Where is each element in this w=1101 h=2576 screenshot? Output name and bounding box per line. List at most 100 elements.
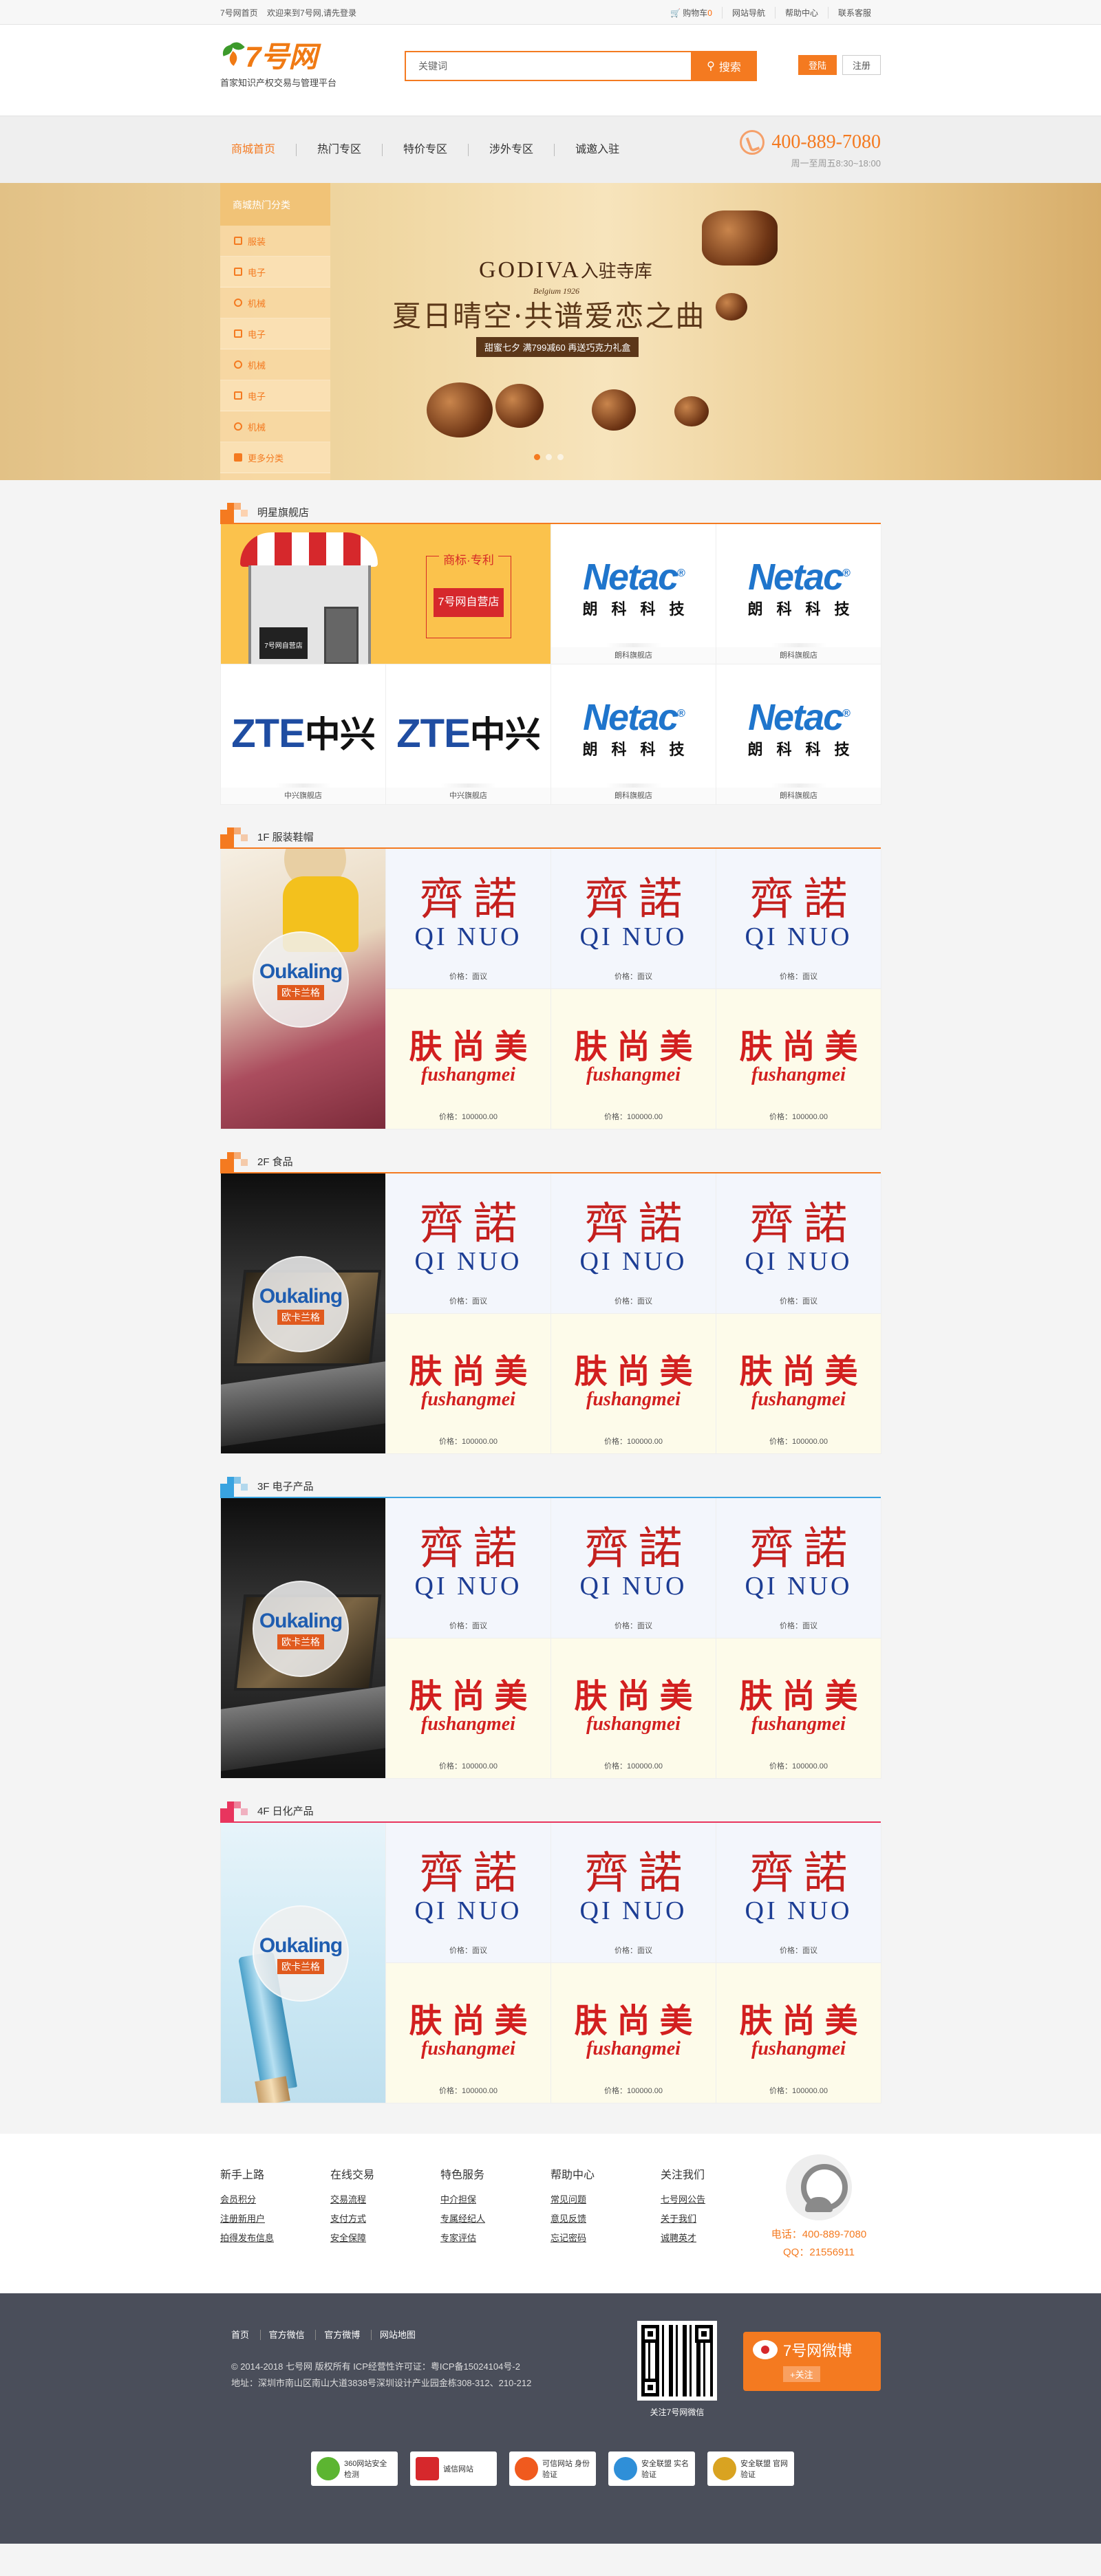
product-tile[interactable]: 齊諾 QI NUO 价格：面议: [386, 1173, 551, 1314]
product-tile[interactable]: 齊諾 QI NUO 价格：面议: [551, 1173, 716, 1314]
fushangmei-logo-en: fushangmei: [751, 1064, 846, 1085]
cert-badge[interactable]: 360网站安全检测: [311, 2451, 398, 2486]
footer-link[interactable]: 专属经纪人: [440, 2209, 550, 2229]
footer-link[interactable]: 会员积分: [220, 2190, 330, 2209]
carousel-dot[interactable]: [557, 454, 564, 460]
netac-logo-en: Netac: [748, 556, 844, 598]
carousel-dot[interactable]: [546, 454, 552, 460]
product-tile[interactable]: 肤尚美 fushangmei 价格：100000.00: [716, 1314, 881, 1454]
product-tile[interactable]: 肤尚美 fushangmei 价格：100000.00: [551, 1638, 716, 1779]
cert-badge[interactable]: 安全联盟 官网验证: [707, 2451, 794, 2486]
category-item[interactable]: 服装: [220, 226, 330, 257]
contact-link[interactable]: 联系客服: [827, 6, 881, 19]
search-input[interactable]: [405, 51, 691, 81]
product-tile[interactable]: 肤尚美 fushangmei 价格：100000.00: [386, 989, 551, 1129]
footer-link[interactable]: 安全保障: [330, 2229, 440, 2248]
store-tile-netac[interactable]: Netac® 朗科科技 朗科旗舰店: [551, 664, 716, 805]
qinuo-logo: 齊諾 QI NUO: [386, 876, 550, 951]
category-item[interactable]: 机械: [220, 349, 330, 380]
footer-link[interactable]: 注册新用户: [220, 2209, 330, 2229]
product-tile[interactable]: 齊諾 QI NUO 价格：面议: [716, 1823, 881, 1963]
netac-logo-en: Netac: [583, 697, 678, 738]
footer-link[interactable]: 关于我们: [661, 2209, 771, 2229]
footer-link[interactable]: 交易流程: [330, 2190, 440, 2209]
search-button[interactable]: ⚲ 搜索: [691, 51, 757, 81]
self-store-button[interactable]: 7号网自营店: [434, 588, 504, 617]
weibo-follow-button[interactable]: +关注: [783, 2366, 820, 2382]
footer-link[interactable]: 忘记密码: [550, 2229, 661, 2248]
nav-item-hot[interactable]: 热门专区: [296, 144, 382, 156]
product-tile[interactable]: 齊諾 QI NUO 价格：面议: [716, 1498, 881, 1638]
nav-item-join[interactable]: 诚邀入驻: [554, 144, 640, 156]
floor-hero-image[interactable]: Oukaling 欧卡兰格: [221, 1173, 386, 1454]
footer-link[interactable]: 支付方式: [330, 2209, 440, 2229]
category-item-more[interactable]: 更多分类: [220, 442, 330, 473]
store-tile-zte[interactable]: ZTE中兴 中兴旗舰店: [221, 664, 386, 805]
help-link[interactable]: 帮助中心: [774, 6, 828, 19]
footer-nav-weibo[interactable]: 官方微博: [315, 2330, 369, 2340]
product-tile[interactable]: 齊諾 QI NUO 价格：面议: [551, 1498, 716, 1638]
store-tile-netac[interactable]: Netac® 朗科科技 朗科旗舰店: [716, 664, 881, 805]
nav-item-special[interactable]: 特价专区: [382, 144, 468, 156]
fushangmei-logo: 肤尚美 fushangmei: [386, 1678, 550, 1735]
nav-item-home[interactable]: 商城首页: [220, 144, 296, 156]
product-tile[interactable]: 肤尚美 fushangmei 价格：100000.00: [551, 1963, 716, 2103]
nav-item-foreign[interactable]: 涉外专区: [468, 144, 554, 156]
product-tile[interactable]: 齊諾 QI NUO 价格：面议: [551, 849, 716, 989]
product-tile[interactable]: 齊諾 QI NUO 价格：面议: [386, 1498, 551, 1638]
category-item[interactable]: 机械: [220, 411, 330, 442]
store-tile-zte[interactable]: ZTE中兴 中兴旗舰店: [386, 664, 551, 805]
weibo-card[interactable]: 7号网微博 +关注: [743, 2332, 881, 2391]
footer-link[interactable]: 七号网公告: [661, 2190, 771, 2209]
floor-section: 4F 日化产品 Oukaling 欧卡兰格 齊諾 QI NUO 价格：面议 齊諾 QI…: [220, 1799, 881, 2103]
footer-link[interactable]: 中介担保: [440, 2190, 550, 2209]
footer-link[interactable]: 拍得发布信息: [220, 2229, 330, 2248]
product-tile[interactable]: 肤尚美 fushangmei 价格：100000.00: [551, 989, 716, 1129]
cert-badge[interactable]: 可信网站 身份验证: [509, 2451, 596, 2486]
category-item[interactable]: 机械: [220, 288, 330, 318]
home-link[interactable]: 7号网首页: [220, 8, 258, 18]
product-tile[interactable]: 齊諾 QI NUO 价格：面议: [716, 849, 881, 989]
category-item[interactable]: 电子: [220, 380, 330, 411]
footer-link[interactable]: 诚聘英才: [661, 2229, 771, 2248]
product-tile[interactable]: 肤尚美 fushangmei 价格：100000.00: [716, 1963, 881, 2103]
self-store-tile[interactable]: 7号网自营店 商标·专利 7号网自营店: [221, 524, 551, 664]
floor-hero-image[interactable]: Oukaling 欧卡兰格: [221, 849, 386, 1129]
category-item[interactable]: 电子: [220, 257, 330, 288]
floor-grid: Oukaling 欧卡兰格 齊諾 QI NUO 价格：面议 齊諾 QI NUO 价格：…: [220, 1173, 881, 1454]
product-tile[interactable]: 齊諾 QI NUO 价格：面议: [716, 1173, 881, 1314]
carousel-dot[interactable]: [534, 454, 540, 460]
product-tile[interactable]: 肤尚美 fushangmei 价格：100000.00: [551, 1314, 716, 1454]
product-tile[interactable]: 肤尚美 fushangmei 价格：100000.00: [386, 1963, 551, 2103]
product-tile[interactable]: 肤尚美 fushangmei 价格：100000.00: [386, 1638, 551, 1779]
cert-badge[interactable]: 安全联盟 实名验证: [608, 2451, 695, 2486]
footer-nav-sitemap[interactable]: 网站地图: [370, 2330, 424, 2340]
register-button[interactable]: 注册: [842, 55, 881, 75]
badge-en: Oukaling: [259, 960, 343, 983]
welcome-text[interactable]: 欢迎来到7号网,请先登录: [267, 8, 356, 18]
grid-icon: [234, 453, 242, 462]
product-tile[interactable]: 肤尚美 fushangmei 价格：100000.00: [716, 1638, 881, 1779]
cert-badge[interactable]: 诚信网站: [410, 2451, 497, 2486]
logo[interactable]: 7号网 首家知识产权交易与管理平台: [220, 30, 358, 89]
product-tile[interactable]: 齊諾 QI NUO 价格：面议: [386, 849, 551, 989]
login-button[interactable]: 登陆: [798, 55, 837, 75]
store-tile-netac[interactable]: Netac® 朗科科技 朗科旗舰店: [551, 524, 716, 664]
floor-hero-image[interactable]: Oukaling 欧卡兰格: [221, 1498, 386, 1779]
product-tile[interactable]: 齊諾 QI NUO 价格：面议: [551, 1823, 716, 1963]
hero-banner[interactable]: 商城热门分类 服装 电子 机械 电子 机械 电子 机械 更多分类 GODIVA入…: [0, 183, 1101, 480]
product-tile[interactable]: 肤尚美 fushangmei 价格：100000.00: [716, 989, 881, 1129]
footer-link[interactable]: 常见问题: [550, 2190, 661, 2209]
store-tile-netac[interactable]: Netac® 朗科科技 朗科旗舰店: [716, 524, 881, 664]
footer-link[interactable]: 专家评估: [440, 2229, 550, 2248]
footer-link[interactable]: 意见反馈: [550, 2209, 661, 2229]
category-item[interactable]: 电子: [220, 318, 330, 349]
site-nav-link[interactable]: 网站导航: [721, 6, 775, 19]
floor-hero-image[interactable]: Oukaling 欧卡兰格: [221, 1823, 386, 2103]
product-tile[interactable]: 肤尚美 fushangmei 价格：100000.00: [386, 1314, 551, 1454]
footer-nav-home[interactable]: 首页: [220, 2330, 257, 2340]
footer-nav-wechat[interactable]: 官方微信: [259, 2330, 313, 2340]
zte-logo-cn: 中兴: [469, 715, 541, 756]
cart-link[interactable]: 🛒 购物车0: [661, 7, 722, 19]
product-tile[interactable]: 齊諾 QI NUO 价格：面议: [386, 1823, 551, 1963]
